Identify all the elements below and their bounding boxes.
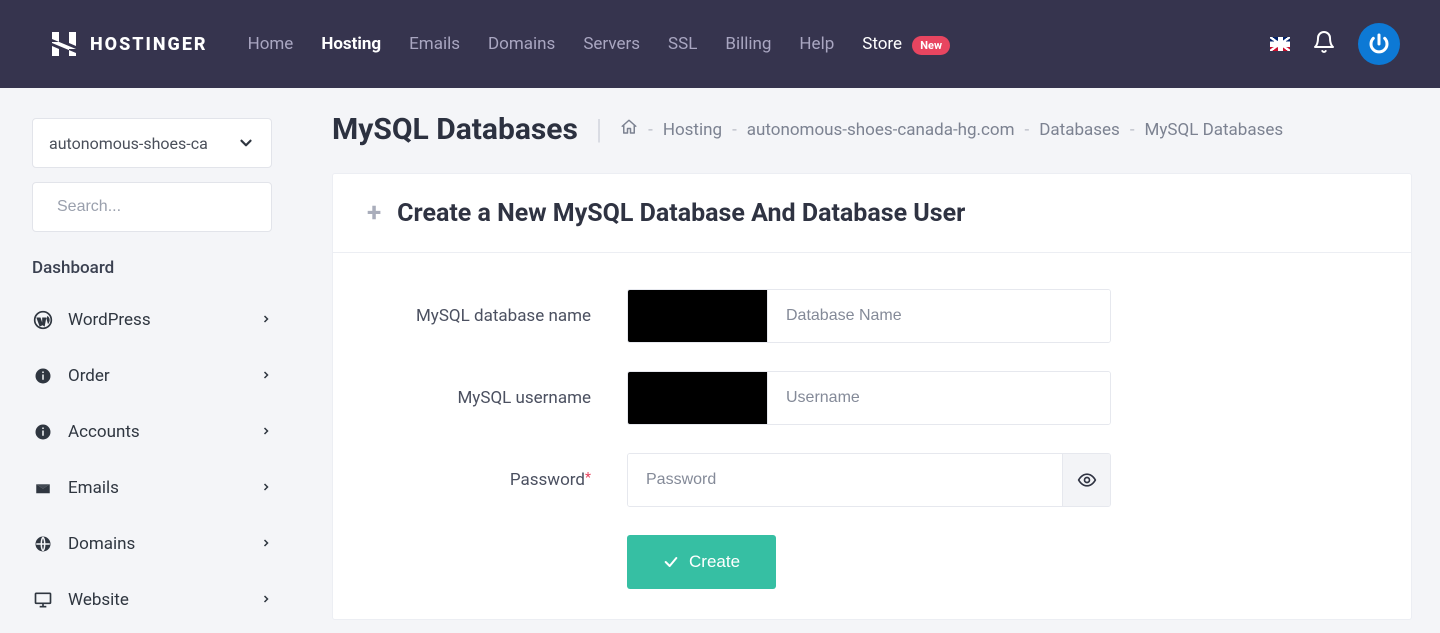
create-button-label: Create (689, 552, 740, 572)
nav-ssl[interactable]: SSL (668, 34, 697, 54)
form-row-dbname: MySQL database name (367, 289, 1377, 343)
nav-billing[interactable]: Billing (725, 34, 771, 54)
store-new-badge: New (912, 36, 950, 55)
dbname-prefix-redacted (628, 290, 768, 342)
sidebar-item-label: Domains (68, 534, 135, 554)
search-input[interactable] (57, 198, 264, 216)
dbname-input[interactable] (768, 290, 1110, 342)
breadcrumb: - Hosting - autonomous-shoes-canada-hg.c… (620, 118, 1283, 141)
username-prefix-redacted (628, 372, 768, 424)
chevron-down-icon (237, 134, 255, 152)
monitor-icon (32, 590, 54, 610)
nav-store-label: Store (862, 34, 902, 54)
input-wrap-password (627, 453, 1111, 507)
chevron-right-icon (260, 422, 272, 442)
nav-hosting[interactable]: Hosting (321, 34, 381, 54)
breadcrumb-domain[interactable]: autonomous-shoes-canada-hg.com (747, 120, 1015, 140)
page-header: MySQL Databases | - Hosting - autonomous… (332, 112, 1412, 147)
content: MySQL Databases | - Hosting - autonomous… (300, 88, 1440, 633)
card-title: Create a New MySQL Database And Database… (397, 199, 965, 228)
wordpress-icon (32, 310, 54, 330)
nav-emails[interactable]: Emails (409, 34, 460, 54)
globe-icon (32, 535, 54, 553)
sidebar-item-label: WordPress (68, 310, 151, 330)
nav-help[interactable]: Help (799, 34, 834, 54)
nav-servers[interactable]: Servers (583, 34, 640, 54)
toggle-password-visibility[interactable] (1062, 454, 1110, 506)
envelope-icon (32, 479, 54, 497)
info-icon (32, 423, 54, 441)
sidebar-item-domains[interactable]: Domains (32, 516, 272, 572)
title-separator: | (596, 113, 602, 146)
top-header: HOSTINGER Home Hosting Emails Domains Se… (0, 0, 1440, 88)
breadcrumb-mysql[interactable]: MySQL Databases (1145, 120, 1284, 140)
form-row-password: Password* (367, 453, 1377, 507)
chevron-right-icon (260, 310, 272, 330)
label-username: MySQL username (367, 388, 627, 408)
eye-icon (1077, 470, 1097, 490)
nav-home[interactable]: Home (248, 34, 294, 54)
submit-row: Create (367, 535, 1377, 589)
sidebar-heading: Dashboard (32, 258, 272, 278)
check-icon (663, 554, 679, 570)
notifications-bell-icon[interactable] (1312, 30, 1336, 58)
language-flag-uk[interactable] (1270, 37, 1290, 51)
info-icon (32, 367, 54, 385)
sidebar-item-website[interactable]: Website (32, 572, 272, 628)
form-row-username: MySQL username (367, 371, 1377, 425)
username-input[interactable] (768, 372, 1110, 424)
sidebar-item-emails[interactable]: Emails (32, 460, 272, 516)
primary-nav: Home Hosting Emails Domains Servers SSL … (248, 34, 951, 54)
hostinger-logo-icon (48, 28, 80, 60)
chevron-right-icon (260, 590, 272, 610)
input-wrap-username (627, 371, 1111, 425)
header-right (1270, 23, 1400, 65)
nav-store[interactable]: Store New (862, 34, 950, 54)
sidebar-item-label: Website (68, 590, 129, 610)
chevron-right-icon (260, 534, 272, 554)
sidebar-item-label: Emails (68, 478, 119, 498)
sidebar-item-label: Accounts (68, 422, 140, 442)
card-header: + Create a New MySQL Database And Databa… (333, 174, 1411, 253)
plus-icon: + (367, 198, 381, 228)
page-title: MySQL Databases (332, 112, 578, 147)
brand-name: HOSTINGER (90, 34, 208, 55)
breadcrumb-hosting[interactable]: Hosting (663, 120, 722, 140)
site-selector-value: autonomous-shoes-ca (49, 134, 208, 153)
nav-domains[interactable]: Domains (488, 34, 555, 54)
password-input[interactable] (628, 454, 1062, 506)
sidebar-search[interactable] (32, 182, 272, 232)
account-power-button[interactable] (1358, 23, 1400, 65)
card-body: MySQL database name MySQL username (333, 253, 1411, 619)
breadcrumb-databases[interactable]: Databases (1039, 120, 1120, 140)
sidebar-item-order[interactable]: Order (32, 348, 272, 404)
sidebar-item-accounts[interactable]: Accounts (32, 404, 272, 460)
chevron-right-icon (260, 366, 272, 386)
sidebar: autonomous-shoes-ca Dashboard WordPress … (0, 88, 300, 633)
create-db-card: + Create a New MySQL Database And Databa… (332, 173, 1412, 620)
sidebar-item-wordpress[interactable]: WordPress (32, 292, 272, 348)
create-button[interactable]: Create (627, 535, 776, 589)
label-dbname: MySQL database name (367, 306, 627, 326)
site-selector[interactable]: autonomous-shoes-ca (32, 118, 272, 168)
brand-logo[interactable]: HOSTINGER (48, 28, 208, 60)
chevron-right-icon (260, 478, 272, 498)
input-wrap-dbname (627, 289, 1111, 343)
sidebar-item-label: Order (68, 366, 110, 386)
label-password: Password* (367, 470, 627, 490)
home-icon[interactable] (620, 118, 638, 141)
